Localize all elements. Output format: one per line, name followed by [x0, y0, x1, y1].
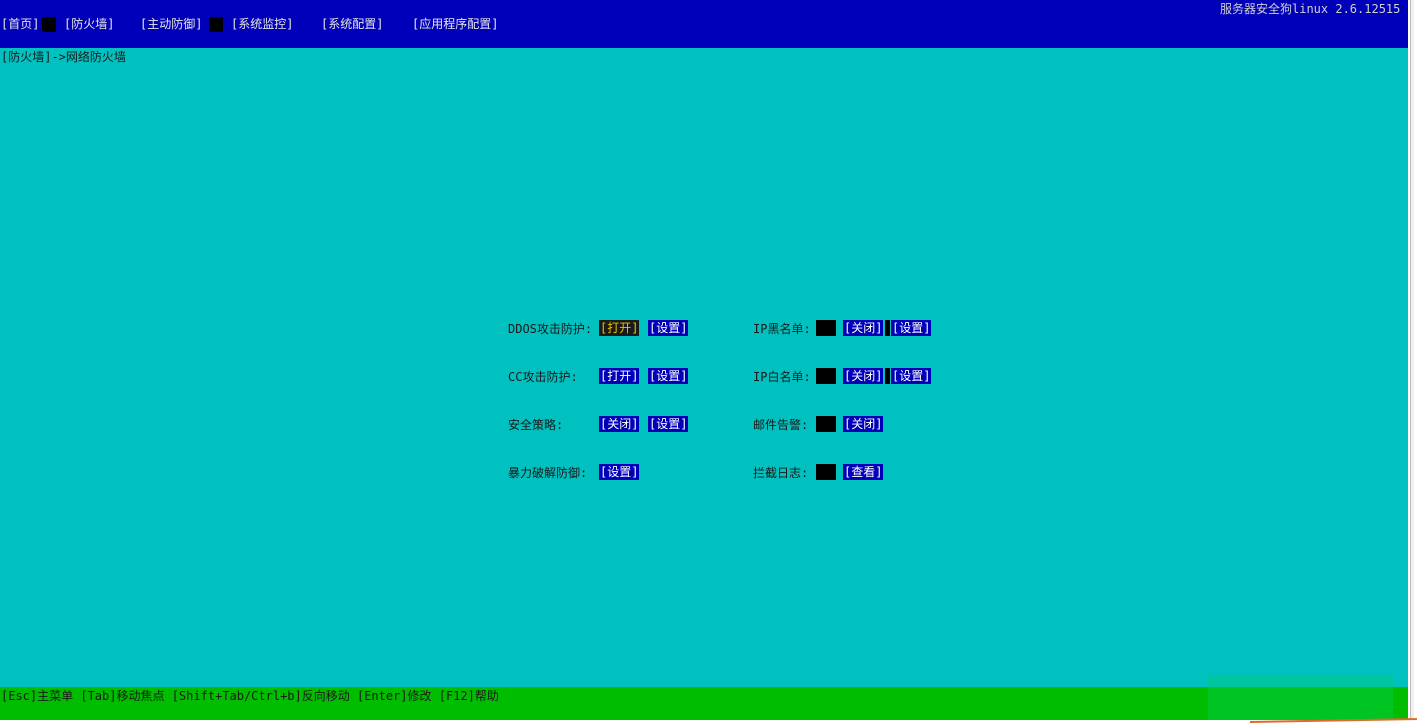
- menu-item-system-monitor[interactable]: [系统监控]: [231, 17, 293, 31]
- menu-item-firewall[interactable]: [防火墙]: [64, 17, 114, 31]
- ip-whitelist-toggle-button[interactable]: [关闭]: [843, 368, 884, 384]
- breadcrumb: [防火墙]->网络防火墙: [1, 50, 126, 64]
- ddos-settings-button[interactable]: [设置]: [648, 320, 689, 336]
- brute-force-settings-button[interactable]: [设置]: [599, 464, 640, 480]
- top-menu-bar: [首页] [防火墙] [主动防御] [系统监控] [系统配置] [应用程序配置]…: [0, 0, 1408, 48]
- ip-blacklist-settings-button[interactable]: [设置]: [891, 320, 932, 336]
- ip-whitelist-label: IP白名单:: [753, 370, 811, 384]
- status-bar: [Esc]主菜单 [Tab]移动焦点 [Shift+Tab/Ctrl+b]反向移…: [0, 687, 1408, 720]
- brute-force-label: 暴力破解防御:: [508, 466, 588, 480]
- menu-item-home[interactable]: [首页]: [1, 17, 39, 31]
- mail-alert-toggle-button[interactable]: [关闭]: [843, 416, 884, 432]
- terminal-screen: [首页] [防火墙] [主动防御] [系统监控] [系统配置] [应用程序配置]…: [0, 0, 1408, 720]
- ip-blacklist-toggle-button[interactable]: [关闭]: [843, 320, 884, 336]
- separator-block: [885, 368, 890, 384]
- intercept-log-label: 拦截日志:: [753, 466, 809, 480]
- ddos-protection-label: DDOS攻击防护:: [508, 322, 593, 336]
- field-cursor-block: [816, 464, 836, 480]
- highlight-overlay: [1208, 675, 1393, 720]
- security-policy-settings-button[interactable]: [设置]: [648, 416, 689, 432]
- cc-settings-button[interactable]: [设置]: [648, 368, 689, 384]
- field-cursor-block: [816, 416, 836, 432]
- menu-item-system-config[interactable]: [系统配置]: [321, 17, 383, 31]
- keyboard-hints: [Esc]主菜单 [Tab]移动焦点 [Shift+Tab/Ctrl+b]反向移…: [1, 689, 499, 703]
- menu-cursor-block: [209, 17, 223, 32]
- ip-blacklist-label: IP黑名单:: [753, 322, 811, 336]
- security-policy-toggle-button[interactable]: [关闭]: [599, 416, 640, 432]
- ip-whitelist-settings-button[interactable]: [设置]: [891, 368, 932, 384]
- ddos-toggle-button[interactable]: [打开]: [599, 320, 640, 336]
- field-cursor-block: [816, 320, 836, 336]
- window-edge: [1410, 0, 1414, 720]
- security-policy-label: 安全策略:: [508, 418, 564, 432]
- menu-item-app-config[interactable]: [应用程序配置]: [412, 17, 498, 31]
- mail-alert-label: 邮件告警:: [753, 418, 809, 432]
- cc-toggle-button[interactable]: [打开]: [599, 368, 640, 384]
- menu-item-active-defense[interactable]: [主动防御]: [140, 17, 202, 31]
- menu-cursor-block: [42, 17, 56, 32]
- intercept-log-view-button[interactable]: [查看]: [843, 464, 884, 480]
- cc-protection-label: CC攻击防护:: [508, 370, 578, 384]
- field-cursor-block: [816, 368, 836, 384]
- separator-block: [885, 320, 890, 336]
- app-version-title: 服务器安全狗linux 2.6.12515: [1220, 2, 1401, 16]
